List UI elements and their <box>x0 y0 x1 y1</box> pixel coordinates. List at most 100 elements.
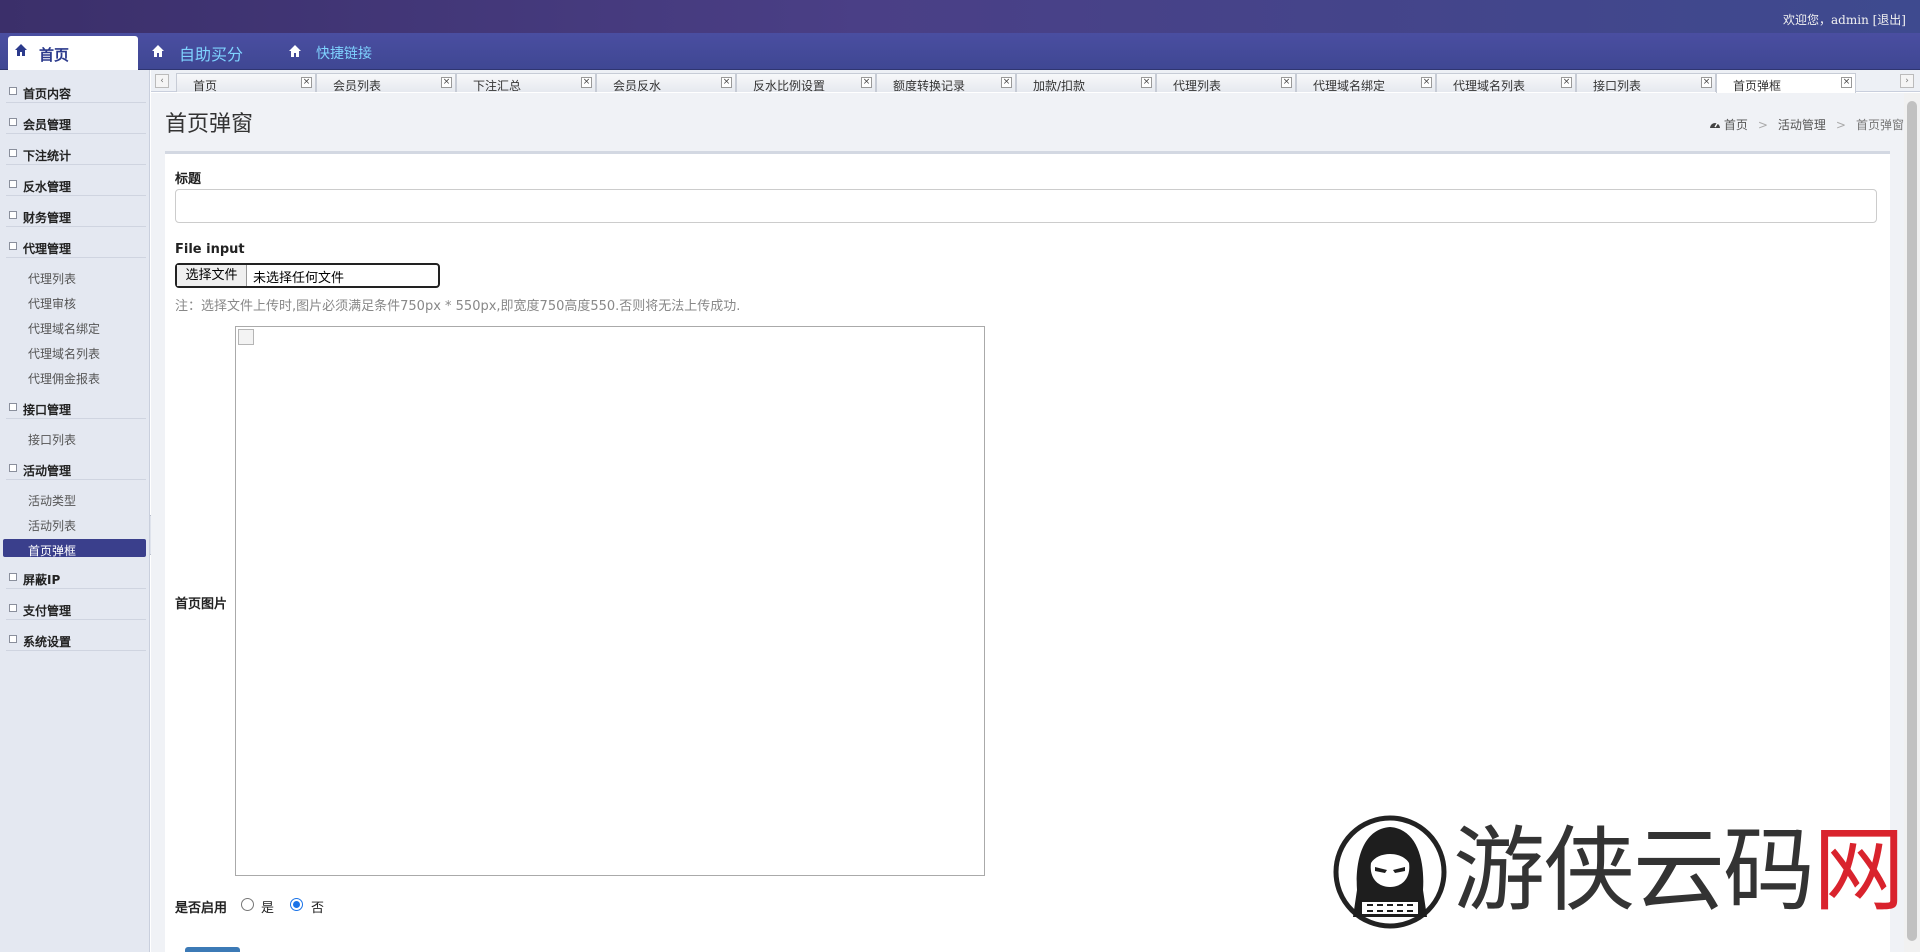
tab-strip: ‹ 首页 × 会员列表 × 下注汇总 × 会员反水 × 反水比例设置 × 额度转换记录 × … <box>151 70 1920 93</box>
tab-label: 会员反水 <box>613 79 662 93</box>
tab-credit-transfer-log[interactable]: 额度转换记录 × <box>876 73 1016 93</box>
sidebar-item-home-popup[interactable]: 首页弹框 <box>0 538 150 558</box>
collapse-icon <box>9 180 17 188</box>
tab-label: 代理域名列表 <box>1453 79 1526 93</box>
sidebar-item-agent-domain-list[interactable]: 代理域名列表 <box>0 341 150 361</box>
close-icon[interactable]: × <box>1841 77 1852 88</box>
page-title: 首页弹窗 <box>165 112 254 137</box>
tab-bet-summary[interactable]: 下注汇总 × <box>456 73 596 93</box>
sidebar-item-label: 代理列表 <box>28 272 77 286</box>
close-icon[interactable]: × <box>301 77 312 88</box>
close-icon[interactable]: × <box>1281 77 1292 88</box>
welcome-logout-link[interactable]: 欢迎您，admin [退出] <box>1783 11 1906 28</box>
tab-home-popup[interactable]: 首页弹框 × <box>1716 73 1856 93</box>
sidebar-group-block-ip[interactable]: 屏蔽IP <box>6 567 146 589</box>
nav-link-label: 快捷链接 <box>316 46 372 62</box>
tab-agent-domain-bind[interactable]: 代理域名绑定 × <box>1296 73 1436 93</box>
home-icon <box>152 45 164 57</box>
sidebar-group-agents[interactable]: 代理管理 <box>6 236 146 258</box>
sidebar-group-label: 接口管理 <box>23 403 72 417</box>
sidebar-group-members[interactable]: 会员管理 <box>6 112 146 134</box>
sidebar-item-agent-commission[interactable]: 代理佣金报表 <box>0 366 150 386</box>
close-icon[interactable]: × <box>1141 77 1152 88</box>
sidebar-group-activities[interactable]: 活动管理 <box>6 458 146 480</box>
close-icon[interactable]: × <box>721 77 732 88</box>
main-nav: 首页 自助买分 快捷链接 <box>0 33 1920 70</box>
sidebar-item-label: 代理域名绑定 <box>28 322 101 336</box>
sidebar-item-activity-list[interactable]: 活动列表 <box>0 513 150 533</box>
nav-link-label: 自助买分 <box>179 45 244 64</box>
sidebar-item-activity-types[interactable]: 活动类型 <box>0 488 150 508</box>
close-icon[interactable]: × <box>861 77 872 88</box>
tab-api-list[interactable]: 接口列表 × <box>1576 73 1716 93</box>
nav-home-tab[interactable]: 首页 <box>8 36 138 70</box>
watermark-accent-glyph: 网 <box>1813 817 1905 924</box>
expand-icon <box>9 464 17 472</box>
collapse-icon <box>9 149 17 157</box>
close-icon[interactable]: × <box>441 77 452 88</box>
tab-label: 代理域名绑定 <box>1313 79 1386 93</box>
close-icon[interactable]: × <box>1561 77 1572 88</box>
sidebar-item-agent-domain-bind[interactable]: 代理域名绑定 <box>0 316 150 336</box>
enable-no-label: 否 <box>311 901 325 916</box>
top-bar: 欢迎您，admin [退出] <box>0 0 1920 33</box>
collapse-icon <box>9 211 17 219</box>
tab-scroll-right-button[interactable]: › <box>1900 74 1914 88</box>
breadcrumb-current: 首页弹窗 <box>1855 118 1904 132</box>
tab-scroll-left-button[interactable]: ‹ <box>155 74 169 88</box>
watermark-text: 游侠云码网 <box>1453 821 1905 921</box>
breadcrumb-separator: > <box>1757 118 1768 132</box>
sidebar-group-finance[interactable]: 财务管理 <box>6 205 146 227</box>
tab-rebate-ratio[interactable]: 反水比例设置 × <box>736 73 876 93</box>
enable-label: 是否启用 <box>175 901 228 916</box>
tab-add-deduct[interactable]: 加款/扣款 × <box>1016 73 1156 93</box>
sidebar-group-label: 活动管理 <box>23 464 72 478</box>
expand-icon <box>9 242 17 250</box>
sidebar-group-home-content[interactable]: 首页内容 <box>6 81 146 103</box>
tab-label: 会员列表 <box>333 79 382 93</box>
tab-label: 接口列表 <box>1593 79 1642 93</box>
choose-file-button[interactable]: 选择文件 <box>177 265 247 286</box>
nav-link-quick-links[interactable]: 快捷链接 <box>288 41 388 65</box>
tab-label: 额度转换记录 <box>893 79 966 93</box>
title-label: 标题 <box>175 172 202 187</box>
sidebar-group-label: 反水管理 <box>23 180 72 194</box>
file-status-text: 未选择任何文件 <box>253 271 345 286</box>
sidebar-item-api-list[interactable]: 接口列表 <box>0 427 150 447</box>
close-icon[interactable]: × <box>1001 77 1012 88</box>
sidebar-group-payment[interactable]: 支付管理 <box>6 598 146 620</box>
nav-link-buy-points[interactable]: 自助买分 <box>151 41 261 65</box>
tab-label: 加款/扣款 <box>1033 79 1086 93</box>
sidebar-item-agent-list[interactable]: 代理列表 <box>0 266 150 286</box>
close-icon[interactable]: × <box>581 77 592 88</box>
enable-row: 是否启用 是 否 <box>175 896 575 916</box>
close-icon[interactable]: × <box>1701 77 1712 88</box>
breadcrumb-activity-link[interactable]: 活动管理 <box>1778 118 1826 132</box>
submit-button[interactable] <box>185 947 240 952</box>
tab-agent-domain-list[interactable]: 代理域名列表 × <box>1436 73 1576 93</box>
file-input[interactable]: 选择文件 未选择任何文件 <box>175 263 440 288</box>
sidebar-group-bet-stats[interactable]: 下注统计 <box>6 143 146 165</box>
scrollbar-thumb[interactable] <box>1907 101 1917 941</box>
sidebar-group-rebate[interactable]: 反水管理 <box>6 174 146 196</box>
nav-home-label: 首页 <box>39 46 70 64</box>
sidebar-group-label: 屏蔽IP <box>23 573 61 587</box>
tab-label: 下注汇总 <box>473 79 522 93</box>
tab-label: 首页弹框 <box>1733 79 1782 93</box>
sidebar-item-label: 接口列表 <box>28 433 77 447</box>
title-input[interactable] <box>175 189 1877 223</box>
vertical-scrollbar[interactable] <box>1904 93 1920 952</box>
breadcrumb-home-link[interactable]: 首页 <box>1724 118 1748 132</box>
home-image-label: 首页图片 <box>175 597 228 612</box>
tab-home[interactable]: 首页 × <box>176 73 316 93</box>
sidebar-group-settings[interactable]: 系统设置 <box>6 629 146 651</box>
enable-yes-radio[interactable] <box>241 898 254 911</box>
tab-member-rebate[interactable]: 会员反水 × <box>596 73 736 93</box>
sidebar-group-api[interactable]: 接口管理 <box>6 397 146 419</box>
tab-agent-list[interactable]: 代理列表 × <box>1156 73 1296 93</box>
enable-no-radio[interactable] <box>290 898 303 911</box>
close-icon[interactable]: × <box>1421 77 1432 88</box>
sidebar-item-agent-review[interactable]: 代理审核 <box>0 291 150 311</box>
tab-member-list[interactable]: 会员列表 × <box>316 73 456 93</box>
broken-image-icon <box>238 329 254 345</box>
